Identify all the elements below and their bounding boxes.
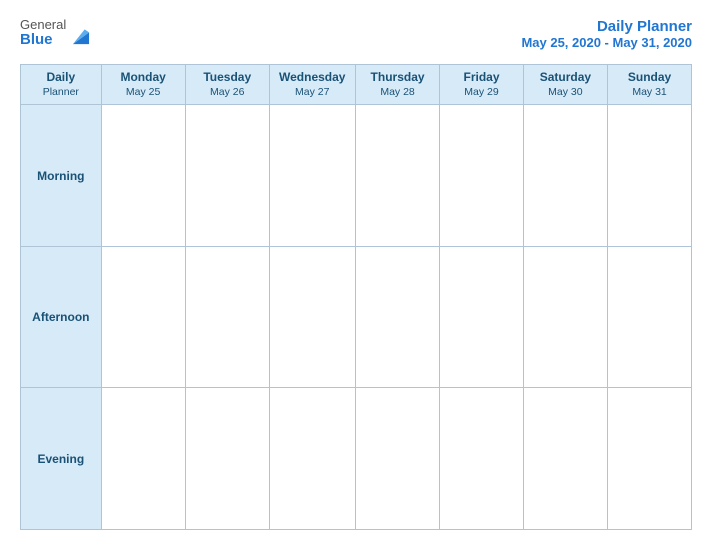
afternoon-monday[interactable] [101, 246, 185, 388]
evening-label: Evening [21, 388, 102, 530]
calendar-table: Daily Planner Monday May 25 Tuesday May … [20, 64, 692, 530]
logo-blue-text: Blue [20, 32, 66, 49]
morning-monday[interactable] [101, 105, 185, 247]
header-sunday: Sunday May 31 [608, 65, 692, 105]
evening-tuesday[interactable] [185, 388, 269, 530]
header-friday: Friday May 29 [440, 65, 523, 105]
header-tuesday: Tuesday May 26 [185, 65, 269, 105]
evening-sunday[interactable] [608, 388, 692, 530]
morning-tuesday[interactable] [185, 105, 269, 247]
morning-sunday[interactable] [608, 105, 692, 247]
logo-general-text: General [20, 18, 66, 32]
afternoon-thursday[interactable] [355, 246, 440, 388]
afternoon-row: Afternoon [21, 246, 692, 388]
planner-title: Daily Planner [521, 18, 692, 35]
morning-friday[interactable] [440, 105, 523, 247]
morning-saturday[interactable] [523, 105, 608, 247]
calendar-header-row: Daily Planner Monday May 25 Tuesday May … [21, 65, 692, 105]
morning-thursday[interactable] [355, 105, 440, 247]
morning-label: Morning [21, 105, 102, 247]
afternoon-wednesday[interactable] [269, 246, 355, 388]
planner-date-range: May 25, 2020 - May 31, 2020 [521, 35, 692, 50]
header-planner: Planner [24, 86, 98, 100]
logo-icon [70, 25, 92, 47]
evening-saturday[interactable] [523, 388, 608, 530]
title-block: Daily Planner May 25, 2020 - May 31, 202… [521, 18, 692, 50]
afternoon-sunday[interactable] [608, 246, 692, 388]
afternoon-friday[interactable] [440, 246, 523, 388]
evening-row: Evening [21, 388, 692, 530]
evening-friday[interactable] [440, 388, 523, 530]
afternoon-label: Afternoon [21, 246, 102, 388]
evening-wednesday[interactable] [269, 388, 355, 530]
header-wednesday: Wednesday May 27 [269, 65, 355, 105]
evening-thursday[interactable] [355, 388, 440, 530]
afternoon-tuesday[interactable] [185, 246, 269, 388]
logo: General Blue [20, 18, 92, 49]
header-label-cell: Daily Planner [21, 65, 102, 105]
afternoon-saturday[interactable] [523, 246, 608, 388]
morning-row: Morning [21, 105, 692, 247]
header-saturday: Saturday May 30 [523, 65, 608, 105]
header-thursday: Thursday May 28 [355, 65, 440, 105]
header-daily: Daily [24, 70, 98, 86]
header-monday: Monday May 25 [101, 65, 185, 105]
header: General Blue Daily Planner May 25, 2020 … [20, 18, 692, 50]
morning-wednesday[interactable] [269, 105, 355, 247]
evening-monday[interactable] [101, 388, 185, 530]
